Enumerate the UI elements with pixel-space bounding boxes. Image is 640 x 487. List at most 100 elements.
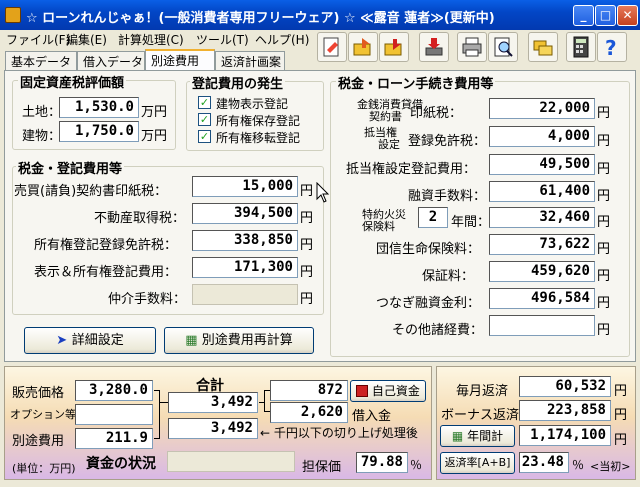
fire-insurance-unit: 円 [597, 215, 611, 230]
menu-help[interactable]: ヘルプ(H) [255, 31, 309, 48]
menu-calc[interactable]: 計算処理(C) [118, 31, 184, 48]
life-insurance-input[interactable]: 73,622 [489, 234, 595, 255]
self-fund-button[interactable]: 自己資金 [350, 380, 426, 402]
bracket-line [154, 438, 160, 439]
repayment-ratio-input[interactable]: 23.48 [519, 452, 569, 473]
arrow-right-icon: ➤ [56, 333, 72, 348]
detail-settings-button[interactable]: ➤ 詳細設定 [24, 327, 156, 354]
acquisition-tax-input[interactable]: 394,500 [192, 203, 298, 224]
registration-title: 登記費用の発生 [190, 73, 286, 92]
maximize-button[interactable]: □ [595, 5, 616, 26]
loan-contract-label-c: 印紙税： [410, 106, 463, 121]
registration-fee-unit: 円 [300, 265, 314, 280]
annual-total-unit: 円 [614, 433, 628, 448]
collateral-unit: ％ [410, 458, 423, 472]
ownership-tax-unit: 円 [300, 238, 314, 253]
tax-registration-title: 税金・登記費用等 [16, 158, 125, 177]
close-button[interactable]: ✕ [617, 5, 638, 26]
loan-fee-label: 融資手数料： [408, 189, 487, 204]
annual-total-button[interactable]: ▦ 年間計 [440, 425, 515, 447]
rounding-note: ← 千円以下の切り上げ処理後 [260, 426, 418, 440]
folder-icon[interactable] [528, 32, 558, 62]
bracket-line [159, 390, 160, 439]
other-costs-label: その他諸経費： [392, 323, 484, 338]
print-preview-icon[interactable] [488, 32, 518, 62]
calculator-icon[interactable] [566, 32, 596, 62]
help-icon[interactable]: ? [597, 32, 627, 62]
recalc-extra-costs-button[interactable]: ▦ 別途費用再計算 [164, 327, 314, 354]
bridge-loan-input[interactable]: 496,584 [489, 288, 595, 309]
menu-file[interactable]: ファイル(F) [6, 31, 70, 48]
loan-contract-unit: 円 [597, 106, 611, 121]
ownership-preservation-checkbox[interactable]: ✓ [198, 113, 211, 126]
menu-edit[interactable]: 編集(E) [66, 31, 107, 48]
import-icon[interactable] [419, 32, 449, 62]
tab-loan[interactable]: 借入データ [77, 51, 145, 70]
registration-fee-input[interactable]: 171,300 [192, 257, 298, 278]
sale-price-input[interactable]: 3,280.0 [75, 380, 153, 401]
calculator-icon: ▦ [185, 333, 202, 348]
ratio-judgement: <当初> [590, 460, 631, 473]
building-value-input[interactable]: 1,750.0 [59, 121, 139, 142]
monthly-payment-input[interactable]: 60,532 [519, 376, 611, 397]
option-input[interactable] [75, 404, 153, 425]
save-icon[interactable] [379, 32, 409, 62]
registration-fee-label: 表示＆所有権登記費用： [34, 265, 178, 280]
tab-extra-costs[interactable]: 別途費用 [145, 49, 215, 71]
loan-amount-label: 借入金 [352, 409, 392, 424]
repayment-ratio-unit: ％ [572, 458, 585, 472]
bridge-loan-label: つなぎ融資金利： [376, 296, 481, 311]
loan-amount-input[interactable]: 2,620 [270, 402, 348, 423]
menu-tools[interactable]: ツール(T) [196, 31, 249, 48]
own-funds-input[interactable]: 872 [270, 380, 348, 401]
tab-repayment-plan[interactable]: 返済計画案 [215, 51, 285, 70]
window-title: ☆ ローンれんじゃぁ！(一般消費者専用フリーウェア) ☆ ≪露音 蓮者≫(更新中… [26, 11, 495, 26]
minimize-button[interactable]: _ [573, 5, 594, 26]
mortgage-setup-label: 抵当権設定登記費用： [346, 162, 477, 177]
fire-insurance-input[interactable]: 32,460 [489, 207, 595, 228]
land-value-input[interactable]: 1,530.0 [59, 97, 139, 118]
ownership-tax-label: 所有権登記登録免許税： [34, 238, 178, 253]
guarantee-fee-input[interactable]: 459,620 [489, 261, 595, 282]
mortgage-reg-label-c: 登録免許税： [408, 134, 487, 149]
building-display-label: 建物表示登記 [216, 97, 289, 111]
ownership-transfer-checkbox[interactable]: ✓ [198, 130, 211, 143]
stamp-tax-input[interactable]: 15,000 [192, 176, 298, 197]
building-unit: 万円 [141, 129, 168, 144]
collateral-ratio-input[interactable]: 79.88 [356, 452, 408, 473]
extra-cost-input[interactable]: 211.9 [75, 428, 153, 449]
broker-fee-label: 仲介手数料： [108, 292, 187, 307]
wallet-icon [356, 385, 369, 397]
loan-contract-label-b: 契約書 [369, 110, 402, 123]
open-icon[interactable] [348, 32, 378, 62]
mortgage-reg-tax-input[interactable]: 4,000 [489, 126, 595, 147]
stamp-tax-label: 売買(請負)契約書印紙税： [14, 184, 168, 199]
loan-fee-input[interactable]: 61,400 [489, 181, 595, 202]
broker-fee-input[interactable] [192, 284, 298, 305]
fire-insurance-label-c: 年間： [451, 215, 491, 230]
acquisition-tax-label: 不動産取得税： [94, 211, 186, 226]
svg-text:?: ? [605, 36, 617, 58]
loan-contract-stamp-input[interactable]: 22,000 [489, 98, 595, 119]
fire-insurance-years-input[interactable]: 2 [418, 207, 448, 228]
repayment-ratio-button[interactable]: 返済率[A+B] [440, 452, 515, 474]
total-rounded-input[interactable]: 3,492 [168, 418, 258, 439]
bracket-line [264, 390, 265, 412]
ownership-tax-input[interactable]: 338,850 [192, 230, 298, 251]
sale-price-label: 販売価格 [12, 386, 65, 401]
calculator-icon: ▦ [451, 429, 468, 443]
unit-note: (単位：万円) [12, 462, 76, 475]
mortgage-setup-input[interactable]: 49,500 [489, 154, 595, 175]
mortgage-setup-unit: 円 [597, 162, 611, 177]
annual-total-input[interactable]: 1,174,100 [519, 425, 611, 446]
tab-basic[interactable]: 基本データ [5, 51, 77, 70]
new-icon[interactable] [317, 32, 347, 62]
acquisition-tax-unit: 円 [300, 211, 314, 226]
other-costs-input[interactable] [489, 315, 595, 336]
bonus-payment-input[interactable]: 223,858 [519, 400, 611, 421]
monthly-payment-label: 毎月返済 [456, 384, 509, 399]
print-icon[interactable] [457, 32, 487, 62]
building-display-checkbox[interactable]: ✓ [198, 96, 211, 109]
mouse-cursor-icon [316, 182, 330, 203]
total-input[interactable]: 3,492 [168, 392, 258, 413]
